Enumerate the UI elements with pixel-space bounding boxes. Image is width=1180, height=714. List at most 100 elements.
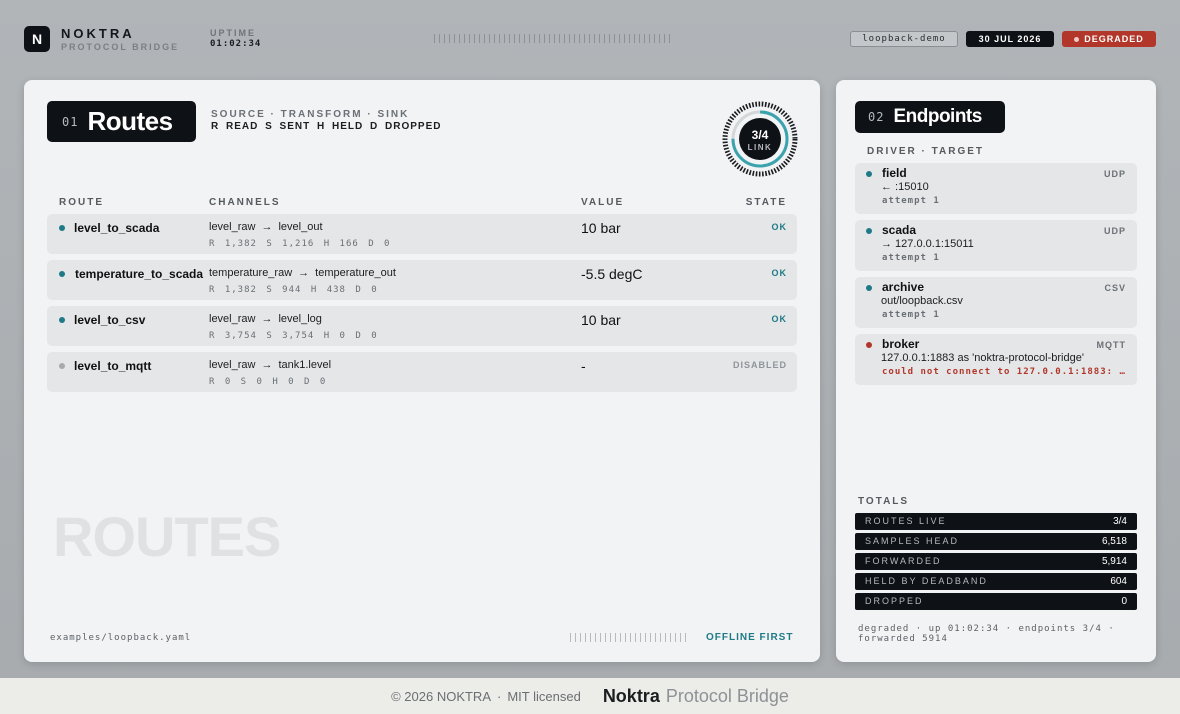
total-dropped: DROPPED 0: [855, 593, 1137, 610]
endpoint-status-dot-icon: [866, 342, 872, 348]
endpoints-title: 02 Endpoints: [855, 101, 1005, 133]
route-channels: level_raw → level_log: [209, 313, 322, 325]
logo: N: [24, 26, 50, 52]
routes-panel: 01 Routes SOURCE · TRANSFORM · SINK R RE…: [24, 80, 820, 662]
route-stats: R 1,382 S 1,216 H 166 D 0: [209, 239, 391, 249]
endpoint-driver: UDP: [1103, 169, 1126, 179]
total-forwarded: FORWARDED 5,914: [855, 553, 1137, 570]
endpoints-number: 02: [868, 110, 885, 124]
routes-legend: SOURCE · TRANSFORM · SINK R READ S SENT …: [211, 109, 441, 133]
total-value: 604: [1110, 576, 1127, 587]
route-row[interactable]: level_to_csv level_raw → level_log R 3,754…: [47, 306, 797, 346]
uptime: UPTIME 01:02:34: [210, 28, 261, 50]
total-value: 3/4: [1113, 516, 1127, 527]
endpoint-target: out/loopback.csv: [881, 295, 963, 307]
route-state: OK: [771, 268, 787, 278]
column-route: ROUTE: [59, 197, 104, 208]
routes-title: 01 Routes: [47, 101, 196, 142]
status-dot-icon: [1074, 36, 1080, 42]
endpoint-status-dot-icon: [866, 228, 872, 234]
endpoint-target: → 127.0.0.1:15011: [881, 238, 974, 250]
total-value: 6,518: [1101, 536, 1127, 547]
gauge-value: 3/4: [752, 128, 769, 142]
route-row[interactable]: level_to_scada level_raw → level_out R 1,3…: [47, 214, 797, 254]
route-state: OK: [771, 314, 787, 324]
arrow-right-icon: →: [261, 221, 273, 233]
endpoint-card[interactable]: archive CSV out/loopback.csv attempt 1: [855, 277, 1137, 328]
route-name: level_to_csv: [74, 313, 146, 327]
route-row[interactable]: temperature_to_scada temperature_raw → tem…: [47, 260, 797, 300]
endpoint-name: field: [882, 166, 907, 180]
route-stats: R 0 S 0 H 0 D 0: [209, 377, 327, 387]
endpoint-driver: MQTT: [1096, 340, 1126, 350]
brand-subtitle: PROTOCOL BRIDGE: [61, 42, 180, 52]
total-samples-head: SAMPLES HEAD 6,518: [855, 533, 1137, 550]
footer-ticks: [570, 633, 690, 642]
endpoint-status-dot-icon: [866, 285, 872, 291]
offline-first-tag: OFFLINE FIRST: [706, 632, 794, 643]
arrow-right-icon: →: [298, 267, 310, 279]
gauge-label: LINK: [748, 143, 773, 152]
footer-product-name: Noktra: [602, 685, 660, 706]
endpoint-status-dot-icon: [866, 171, 872, 177]
total-routes-live: ROUTES LIVE 3/4: [855, 513, 1137, 530]
endpoint-card[interactable]: broker MQTT 127.0.0.1:1883 as 'noktra-pr…: [855, 334, 1137, 385]
status-badge[interactable]: DEGRADED: [1062, 31, 1156, 47]
link-gauge: 3/4 LINK: [722, 101, 798, 177]
total-value: 0: [1121, 596, 1127, 607]
environment-badge[interactable]: loopback-demo: [850, 31, 958, 47]
route-row[interactable]: level_to_mqtt level_raw → tank1.level R 0 …: [47, 352, 797, 392]
column-state: STATE: [745, 197, 787, 208]
footer-product-subtitle: Protocol Bridge: [665, 685, 789, 706]
route-status-dot-icon: [59, 317, 65, 323]
config-file-path[interactable]: examples/loopback.yaml: [50, 633, 191, 643]
route-channels: level_raw → level_out: [209, 221, 323, 233]
route-state: OK: [771, 222, 787, 232]
column-value: VALUE: [581, 197, 625, 208]
endpoint-target: 127.0.0.1:1883 as 'noktra-protocol-bridg…: [881, 352, 1084, 364]
route-status-dot-icon: [59, 225, 65, 231]
total-label: SAMPLES HEAD: [865, 536, 960, 546]
column-channels: CHANNELS: [209, 197, 281, 208]
endpoint-attempt: attempt 1: [882, 310, 940, 320]
route-status-dot-icon: [59, 363, 65, 369]
routes-number: 01: [62, 114, 79, 129]
endpoint-attempt: attempt 1: [882, 253, 940, 263]
endpoint-card[interactable]: field UDP ← :15010 attempt 1: [855, 163, 1137, 214]
route-name: level_to_mqtt: [74, 359, 152, 373]
endpoint-card[interactable]: scada UDP → 127.0.0.1:15011 attempt 1: [855, 220, 1137, 271]
date-badge: 30 JUL 2026: [966, 31, 1054, 47]
uptime-label: UPTIME: [210, 28, 257, 38]
legend-pipeline: SOURCE · TRANSFORM · SINK: [211, 109, 410, 120]
total-held-by-deadband: HELD BY DEADBAND 604: [855, 573, 1137, 590]
routes-heading: Routes: [87, 106, 173, 136]
endpoint-name: scada: [882, 223, 917, 237]
totals-label: TOTALS: [858, 496, 910, 507]
total-label: HELD BY DEADBAND: [865, 576, 988, 586]
endpoint-driver: CSV: [1104, 283, 1126, 293]
route-status-dot-icon: [59, 271, 65, 277]
total-label: ROUTES LIVE: [865, 516, 947, 526]
legend-counters: R READ S SENT H HELD D DROPPED: [211, 121, 442, 132]
endpoint-target: ← :15010: [881, 181, 929, 193]
page-footer: © 2026 NOKTRA · MIT licensed Noktra Protoc…: [0, 678, 1180, 714]
endpoints-column-header: DRIVER · TARGET: [867, 146, 985, 157]
route-value: -5.5 degC: [581, 266, 643, 282]
route-stats: R 3,754 S 3,754 H 0 D 0: [209, 331, 378, 341]
route-channels: temperature_raw → temperature_out: [209, 267, 396, 279]
arrow-right-icon: →: [261, 359, 273, 371]
route-state: DISABLED: [732, 360, 787, 370]
route-name: level_to_scada: [74, 221, 160, 235]
endpoint-attempt: attempt 1: [882, 196, 940, 206]
total-label: DROPPED: [865, 596, 924, 606]
footer-copyright: © 2026 NOKTRA · MIT licensed: [391, 688, 581, 704]
header-ticks: [434, 34, 674, 43]
total-value: 5,914: [1101, 556, 1127, 567]
route-value: 10 bar: [581, 220, 621, 236]
endpoints-heading: Endpoints: [893, 106, 982, 127]
routes-watermark: ROUTES: [53, 505, 281, 568]
endpoint-name: broker: [882, 337, 920, 351]
status-summary: degraded · up 01:02:34 · endpoints 3/4 ·…: [858, 624, 1115, 644]
route-value: -: [581, 358, 586, 374]
route-name: temperature_to_scada: [75, 267, 204, 281]
